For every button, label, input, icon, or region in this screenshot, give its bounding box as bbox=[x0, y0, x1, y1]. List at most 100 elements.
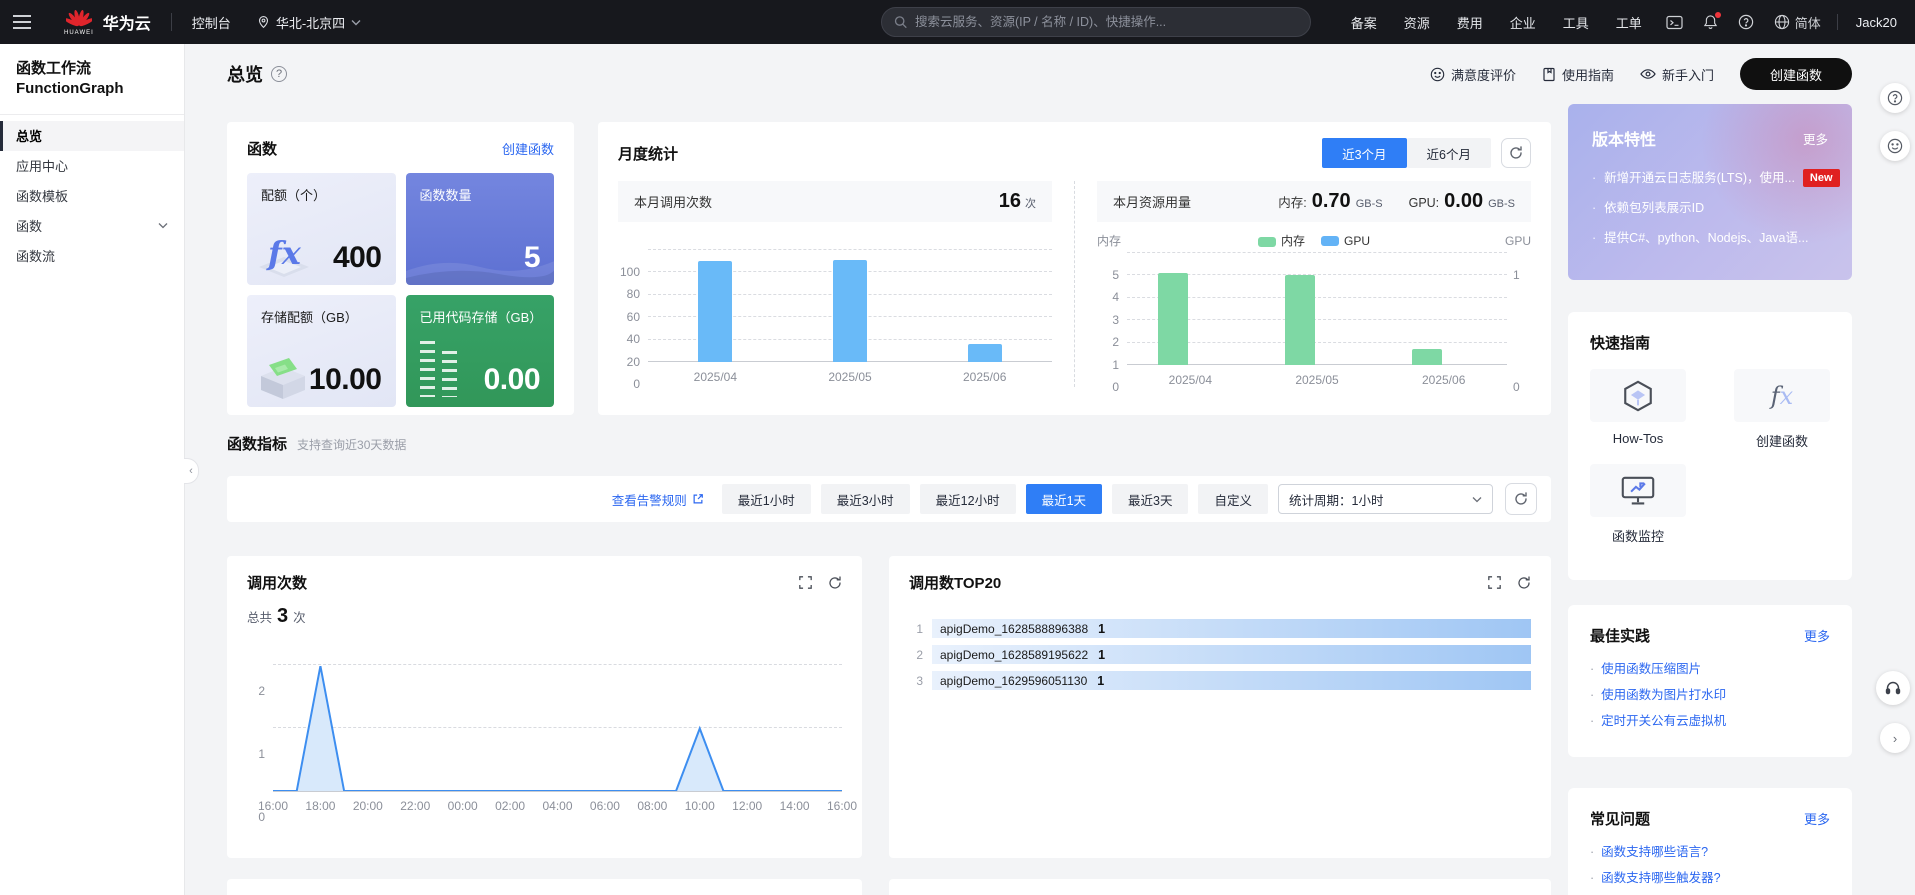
panel-refresh-button[interactable] bbox=[1517, 575, 1531, 590]
memory-unit: GB-S bbox=[1355, 198, 1383, 210]
fullscreen-button[interactable] bbox=[799, 576, 812, 589]
function-name: apigDemo_1628589195622 bbox=[940, 647, 1089, 662]
hamburger-menu-button[interactable] bbox=[0, 0, 44, 44]
range-1h-button[interactable]: 最近1小时 bbox=[721, 484, 811, 514]
satisfaction-survey-button[interactable]: 满意度评价 bbox=[1430, 65, 1516, 84]
range-3h-button[interactable]: 最近3小时 bbox=[820, 484, 910, 514]
help-float-button[interactable] bbox=[1880, 83, 1910, 113]
top20-row[interactable]: 2 apigDemo_1628589195622 1 bbox=[909, 645, 1531, 664]
sidebar-item-functions[interactable]: 函数 bbox=[0, 211, 184, 241]
sidebar-item-function-flows[interactable]: 函数流 bbox=[0, 241, 184, 271]
new-badge: New bbox=[1802, 169, 1840, 187]
best-practice-item[interactable]: · 使用函数为图片打水印 bbox=[1590, 682, 1830, 708]
feature-item[interactable]: · 新增开通云日志服务(LTS)，使用... New bbox=[1592, 163, 1840, 193]
memory-label: 内存: bbox=[1278, 196, 1307, 210]
topbar-link-tools[interactable]: 工具 bbox=[1563, 13, 1589, 32]
range-custom-button[interactable]: 自定义 bbox=[1198, 484, 1268, 514]
range-1d-button[interactable]: 最近1天 bbox=[1025, 484, 1103, 514]
monthly-resources-chart: 012345 2025/04 2025/05 2025/06 01 bbox=[1097, 252, 1531, 394]
topbar-link-enterprise[interactable]: 企业 bbox=[1510, 13, 1536, 32]
smiley-icon bbox=[1887, 138, 1903, 154]
support-float-button[interactable] bbox=[1876, 671, 1910, 705]
best-practices-more-link[interactable]: 更多 bbox=[1804, 626, 1830, 645]
top20-row[interactable]: 3 apigDemo_1629596051130 1 bbox=[909, 671, 1531, 690]
panel-refresh-button[interactable] bbox=[828, 575, 842, 590]
refresh-button[interactable] bbox=[1501, 138, 1531, 168]
fullscreen-button[interactable] bbox=[1488, 576, 1501, 589]
y-axis-ticks: 012 bbox=[258, 684, 265, 824]
features-title: 版本特性 bbox=[1592, 132, 1657, 149]
metrics-refresh-button[interactable] bbox=[1505, 483, 1537, 515]
range-12h-button[interactable]: 最近12小时 bbox=[919, 484, 1016, 514]
faq-more-link[interactable]: 更多 bbox=[1804, 809, 1830, 828]
feedback-float-button[interactable] bbox=[1880, 131, 1910, 161]
top20-row[interactable]: 1 apigDemo_1628588896388 1 bbox=[909, 619, 1531, 638]
function-count-label: 函数数量 bbox=[419, 188, 472, 203]
page-help-icon[interactable]: ? bbox=[271, 66, 287, 82]
huawei-logo[interactable]: HUAWEI 华为云 bbox=[64, 8, 151, 36]
sidebar-item-overview[interactable]: 总览 bbox=[0, 120, 184, 151]
getting-started-button[interactable]: 新手入门 bbox=[1640, 65, 1714, 84]
right-axis-caption: GPU bbox=[1504, 233, 1531, 248]
quick-guide-create-function[interactable]: fx 创建函数 bbox=[1734, 369, 1830, 450]
topbar-link-ticket[interactable]: 工单 bbox=[1616, 13, 1642, 32]
gpu-label: GPU: bbox=[1408, 196, 1440, 210]
feature-item[interactable]: · 依赖包列表展示ID bbox=[1592, 193, 1828, 223]
quick-guide-function-monitoring[interactable]: 函数监控 bbox=[1590, 464, 1686, 545]
service-name-cn: 函数工作流 bbox=[16, 60, 92, 77]
sidebar-item-app-center[interactable]: 应用中心 bbox=[0, 151, 184, 181]
metrics-section-header: 函数指标 支持查询近30天数据 bbox=[227, 433, 1551, 463]
legend-swatch-gpu bbox=[1321, 236, 1339, 247]
bar-plot-area bbox=[1127, 252, 1507, 365]
chevron-down-icon bbox=[158, 222, 168, 229]
faq-title: 常见问题 bbox=[1590, 811, 1651, 828]
tab-last-3-months[interactable]: 近3个月 bbox=[1322, 138, 1407, 168]
topbar-link-resources[interactable]: 资源 bbox=[1404, 13, 1430, 32]
user-menu[interactable]: Jack20 bbox=[1856, 15, 1897, 30]
gpu-unit: GB-S bbox=[1488, 198, 1515, 210]
monthly-invocations-half: 本月调用次数 16 次 0 20 40 60 80 100 2025/04 20… bbox=[618, 181, 1052, 391]
faq-item[interactable]: · 函数支持哪些语言? bbox=[1590, 839, 1830, 865]
getting-started-label: 新手入门 bbox=[1661, 67, 1714, 83]
notifications-button[interactable] bbox=[1703, 12, 1721, 30]
globe-icon bbox=[1774, 14, 1789, 30]
user-guide-button[interactable]: 使用指南 bbox=[1542, 65, 1614, 84]
range-3d-button[interactable]: 最近3天 bbox=[1112, 484, 1189, 514]
expand-panel-button[interactable]: › bbox=[1880, 723, 1910, 753]
create-function-link[interactable]: 创建函数 bbox=[502, 139, 554, 158]
smiley-icon bbox=[1430, 67, 1445, 81]
right-panel: 版本特性 更多 · 新增开通云日志服务(LTS)，使用... New · 依赖包列表… bbox=[1568, 104, 1852, 895]
topbar-link-billing[interactable]: 费用 bbox=[1457, 13, 1483, 32]
console-terminal-button[interactable] bbox=[1666, 15, 1683, 30]
view-alarm-rules-link[interactable]: 查看告警规则 bbox=[612, 490, 704, 509]
y-axis-ticks-left: 012345 bbox=[1112, 268, 1119, 394]
global-search-input[interactable] bbox=[914, 15, 1298, 29]
best-practices-title: 最佳实践 bbox=[1590, 628, 1651, 645]
topbar-link-beian[interactable]: 备案 bbox=[1351, 13, 1377, 32]
create-function-button[interactable]: 创建函数 bbox=[1739, 58, 1852, 90]
code-bars-icon bbox=[419, 341, 457, 397]
best-practice-item[interactable]: · 使用函数压缩图片 bbox=[1590, 656, 1830, 682]
total-unit: 次 bbox=[293, 611, 306, 625]
language-selector[interactable]: 简体 bbox=[1774, 13, 1821, 32]
region-selector[interactable]: 华北-北京四 bbox=[257, 13, 361, 32]
console-link[interactable]: 控制台 bbox=[192, 13, 231, 32]
refresh-icon bbox=[1518, 575, 1530, 589]
period-select[interactable]: 统计周期：1小时 bbox=[1278, 484, 1493, 514]
storage-quota-label: 存储配额（GB） bbox=[261, 310, 358, 325]
faq-item[interactable]: · 函数支持哪些触发器? bbox=[1590, 865, 1830, 891]
topbar-icons: 简体 bbox=[1666, 12, 1821, 32]
invocation-count-panel: 调用次数 总共 3 次 0 1 2 16:00 18:00 20:00 22:0… bbox=[227, 556, 862, 858]
chart-legend: 内存 GPU bbox=[1257, 232, 1370, 249]
legend-gpu: GPU bbox=[1321, 234, 1370, 248]
tab-last-6-months[interactable]: 近6个月 bbox=[1406, 138, 1491, 168]
rank-number: 2 bbox=[916, 647, 923, 662]
global-search[interactable] bbox=[880, 7, 1311, 37]
feature-item[interactable]: · 提供C#、python、Nodejs、Java语... bbox=[1592, 223, 1828, 253]
help-button[interactable] bbox=[1738, 14, 1754, 30]
best-practice-item[interactable]: · 定时开关公有云虚拟机 bbox=[1590, 708, 1830, 734]
quick-guide-howtos[interactable]: How-Tos bbox=[1590, 369, 1686, 450]
sidebar-item-templates[interactable]: 函数模板 bbox=[0, 181, 184, 211]
features-more-link[interactable]: 更多 bbox=[1803, 129, 1828, 148]
next-panels-row bbox=[227, 879, 1551, 895]
